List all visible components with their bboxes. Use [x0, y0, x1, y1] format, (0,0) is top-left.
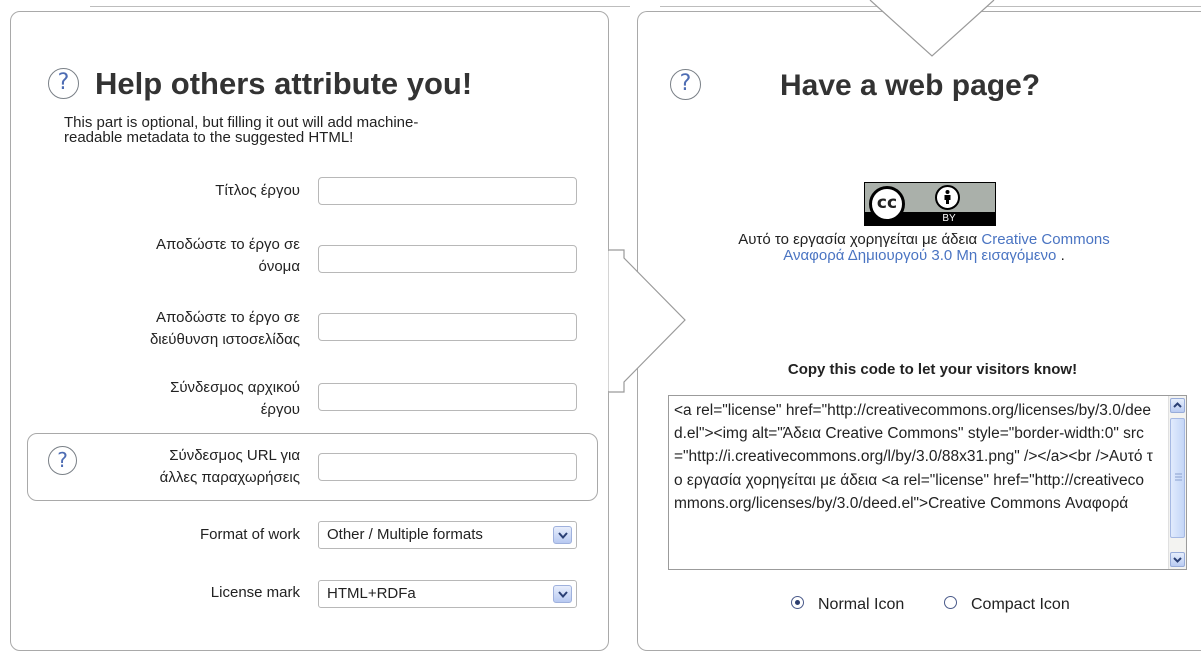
compact-icon-radio[interactable]	[944, 596, 957, 609]
by-text: BY	[942, 213, 956, 224]
license-prefix: Αυτό το εργασία χορηγείται με άδεια	[738, 231, 978, 248]
radio-selected-dot	[794, 599, 800, 605]
html-code-text: <a rel="license" href="http://creativeco…	[674, 402, 1153, 512]
license-statement: Αυτό το εργασία χορηγείται με άδεια Crea…	[652, 232, 1196, 264]
scroll-down-button[interactable]	[1170, 552, 1185, 567]
person-icon	[935, 185, 960, 210]
license-link[interactable]: Creative Commons	[981, 231, 1109, 248]
license-statement-line1: Αυτό το εργασία χορηγείται με άδεια Crea…	[652, 232, 1196, 248]
cc-logo-text: cc	[876, 193, 898, 213]
license-statement-line2: Αναφορά Δημιουργού 3.0 Μη εισαγόμενο .	[652, 248, 1196, 264]
cc-by-badge: cc BY	[864, 182, 996, 226]
license-suffix: .	[1060, 247, 1065, 264]
scrollbar[interactable]	[1168, 396, 1186, 569]
html-code-textarea[interactable]: <a rel="license" href="http://creativeco…	[668, 395, 1187, 570]
normal-icon-radio[interactable]	[791, 596, 804, 609]
scroll-up-button[interactable]	[1170, 398, 1185, 413]
web-page-title: Have a web page?	[780, 69, 1041, 102]
help-icon[interactable]: ?	[670, 69, 701, 100]
copy-code-heading: Copy this code to let your visitors know…	[787, 361, 1078, 378]
scroll-thumb[interactable]	[1170, 418, 1185, 538]
compact-icon-label[interactable]: Compact Icon	[971, 596, 1070, 614]
normal-icon-label[interactable]: Normal Icon	[818, 596, 904, 614]
license-link[interactable]: Αναφορά Δημιουργού 3.0 Μη εισαγόμενο	[783, 247, 1056, 264]
cc-logo-icon: cc	[869, 186, 905, 222]
